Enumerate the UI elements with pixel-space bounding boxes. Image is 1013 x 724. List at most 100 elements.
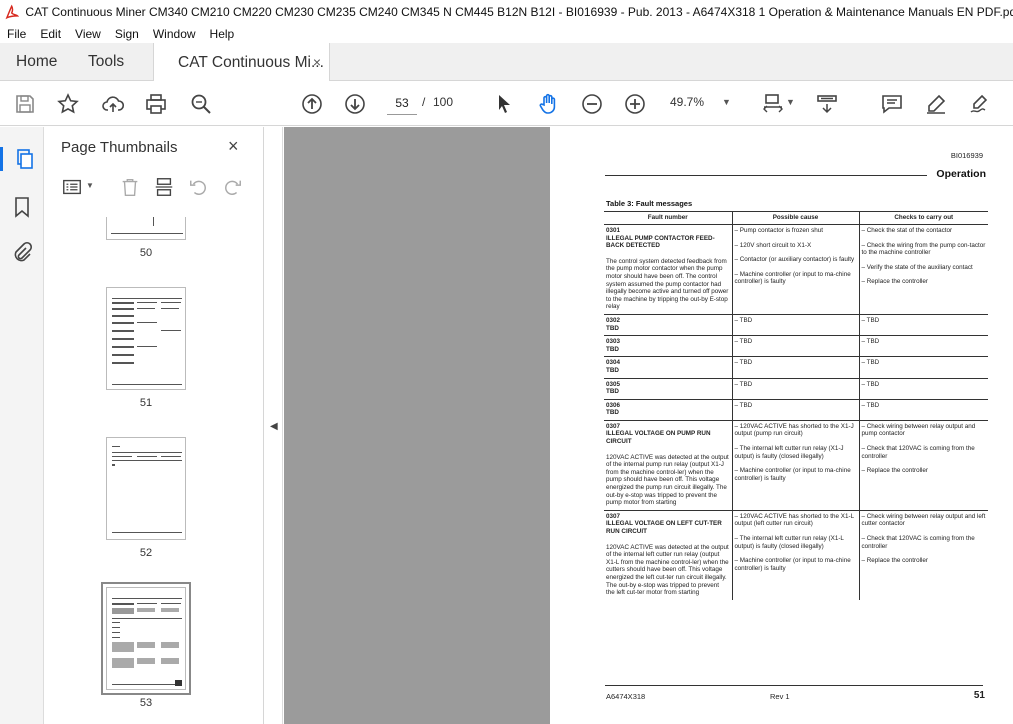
tab-document[interactable]: CAT Continuous Mi... × bbox=[153, 43, 330, 82]
check-cell: – Check wiring between relay output and … bbox=[858, 510, 988, 600]
check-cell: – TBD bbox=[858, 378, 988, 400]
page-total: 100 bbox=[433, 95, 454, 109]
menu-view[interactable]: View bbox=[68, 27, 108, 41]
tab-home[interactable]: Home bbox=[16, 43, 57, 81]
table-row: 0301 ILLEGAL PUMP CONTACTOR FEED-BACK DET… bbox=[604, 224, 988, 315]
cause-item: – Machine controller (or input to ma-chi… bbox=[734, 557, 851, 572]
star-icon[interactable] bbox=[55, 91, 81, 117]
table-row: 0305 TBD – TBD – TBD bbox=[604, 378, 988, 400]
fault-number-cell: 0307 ILLEGAL VOLTAGE ON PUMP RUN CIRCUIT 1… bbox=[604, 420, 732, 511]
cause-item: – TBD bbox=[734, 380, 753, 388]
thumbnail-toolbar: ▼ bbox=[44, 175, 264, 205]
thumbnail-label: 51 bbox=[139, 397, 153, 409]
cursor-icon[interactable] bbox=[491, 91, 517, 117]
cause-item: – TBD bbox=[734, 359, 753, 367]
fault-number-cell: 0304 TBD bbox=[604, 356, 732, 379]
print-icon[interactable] bbox=[143, 91, 169, 117]
options-dropdown-icon[interactable]: ▼ bbox=[86, 181, 94, 190]
document-view[interactable]: BI016939 Operation Table 3: Fault messag… bbox=[284, 127, 1013, 724]
thumbnail-page-50[interactable] bbox=[106, 217, 186, 240]
page-thumbnails-icon[interactable] bbox=[0, 147, 44, 171]
check-item: – TBD bbox=[861, 359, 880, 367]
possible-cause-cell: – TBD bbox=[731, 335, 859, 358]
title-bar: CAT Continuous Miner CM340 CM210 CM220 C… bbox=[0, 0, 1013, 24]
menu-window[interactable]: Window bbox=[146, 27, 203, 41]
check-item: – Check the stat of the contactor bbox=[861, 227, 953, 234]
possible-cause-cell: – 120VAC ACTIVE has shorted to the X1-L … bbox=[731, 510, 859, 600]
tab-tools[interactable]: Tools bbox=[88, 43, 124, 81]
hand-icon[interactable] bbox=[535, 91, 561, 117]
window-title: CAT Continuous Miner CM340 CM210 CM220 C… bbox=[25, 5, 1013, 19]
close-tab-icon[interactable]: × bbox=[313, 54, 321, 70]
check-item: – TBD bbox=[861, 316, 880, 324]
arrow-up-icon[interactable] bbox=[299, 91, 325, 117]
check-item: – Replace the controller bbox=[861, 278, 929, 286]
check-cell: – TBD bbox=[858, 335, 988, 358]
zoom-level-input[interactable]: 49.7% bbox=[670, 95, 714, 109]
fault-code: 0306 bbox=[606, 401, 621, 409]
acrobat-icon bbox=[5, 4, 20, 20]
check-item: – Replace the controller bbox=[861, 467, 929, 475]
column-header: Fault number bbox=[604, 211, 732, 225]
zoom-out-icon[interactable] bbox=[579, 91, 605, 117]
check-item: – TBD bbox=[861, 401, 880, 409]
scroll-mode-icon[interactable] bbox=[814, 91, 840, 117]
menu-help[interactable]: Help bbox=[203, 27, 242, 41]
sign-icon[interactable] bbox=[967, 91, 993, 117]
rotate-cw-icon[interactable] bbox=[220, 175, 244, 199]
fault-code: 0304 bbox=[606, 359, 621, 367]
upload-icon[interactable] bbox=[100, 91, 126, 117]
options-menu-icon[interactable] bbox=[60, 175, 84, 199]
zoom-dropdown-icon[interactable]: ▼ bbox=[722, 97, 731, 107]
panel-title: Page Thumbnails bbox=[61, 139, 178, 156]
column-header: Checks to carry out bbox=[858, 211, 988, 225]
menu-edit[interactable]: Edit bbox=[33, 27, 68, 41]
check-item: – Check wiring between relay output and … bbox=[861, 422, 976, 438]
fault-name: TBD bbox=[606, 324, 619, 332]
table-row: 0303 TBD – TBD – TBD bbox=[604, 335, 988, 358]
check-item: – Replace the controller bbox=[861, 557, 929, 565]
fault-name: ILLEGAL PUMP CONTACTOR FEED-BACK DETECTE… bbox=[606, 234, 715, 250]
thumbnail-page-51[interactable] bbox=[106, 287, 186, 390]
thumbnail-page-52[interactable] bbox=[106, 437, 186, 540]
attachments-icon[interactable] bbox=[10, 241, 34, 265]
save-icon[interactable] bbox=[12, 91, 38, 117]
cause-item: – Contactor (or auxiliary contactor) is … bbox=[734, 256, 855, 264]
page-fit-icon[interactable] bbox=[760, 91, 786, 117]
panel-collapse-handle[interactable]: ◀ bbox=[265, 127, 283, 724]
fault-number-cell: 0305 TBD bbox=[604, 378, 732, 400]
menu-sign[interactable]: Sign bbox=[108, 27, 146, 41]
fault-name: TBD bbox=[606, 345, 619, 353]
cause-item: – Pump contactor is frozen shut bbox=[734, 227, 824, 234]
cause-item: – 120VAC ACTIVE has shorted to the X1-J … bbox=[734, 422, 854, 438]
table-row: 0307 ILLEGAL VOLTAGE ON PUMP RUN CIRCUIT 1… bbox=[604, 420, 988, 511]
fault-name: TBD bbox=[606, 409, 619, 417]
magnify-icon[interactable] bbox=[188, 91, 214, 117]
insert-page-icon[interactable] bbox=[152, 175, 176, 199]
fault-name: ILLEGAL VOLTAGE ON PUMP RUN CIRCUIT bbox=[606, 430, 711, 446]
doc-code: BI016939 bbox=[950, 151, 983, 160]
delete-page-icon[interactable] bbox=[118, 175, 142, 199]
arrow-down-icon[interactable] bbox=[342, 91, 368, 117]
fault-number-cell: 0303 TBD bbox=[604, 335, 732, 358]
close-panel-icon[interactable]: × bbox=[228, 136, 239, 157]
fault-code: 0307 bbox=[606, 512, 621, 520]
check-item: – TBD bbox=[861, 338, 880, 346]
menu-file[interactable]: File bbox=[0, 27, 33, 41]
page-number-input[interactable]: 53 bbox=[387, 91, 417, 115]
rotate-ccw-icon[interactable] bbox=[187, 175, 211, 199]
page-fit-dropdown-icon[interactable]: ▼ bbox=[786, 97, 795, 107]
thumbnail-list: 50 51 52 53 bbox=[44, 217, 248, 724]
comment-icon[interactable] bbox=[879, 91, 905, 117]
highlight-icon[interactable] bbox=[923, 91, 949, 117]
bookmarks-icon[interactable] bbox=[10, 195, 34, 219]
table-header-row: Fault number Possible cause Checks to ca… bbox=[604, 211, 988, 225]
zoom-in-icon[interactable] bbox=[622, 91, 648, 117]
footer-rule bbox=[605, 685, 983, 686]
footer-doc-number: A6474X318 bbox=[606, 692, 646, 701]
footer-page-number: 51 bbox=[973, 690, 985, 701]
fault-name: TBD bbox=[606, 366, 619, 374]
thumbnail-page-53[interactable] bbox=[101, 582, 191, 695]
check-item: – Check wiring between relay output and … bbox=[861, 512, 986, 528]
collapse-left-icon[interactable]: ◀ bbox=[270, 421, 278, 432]
